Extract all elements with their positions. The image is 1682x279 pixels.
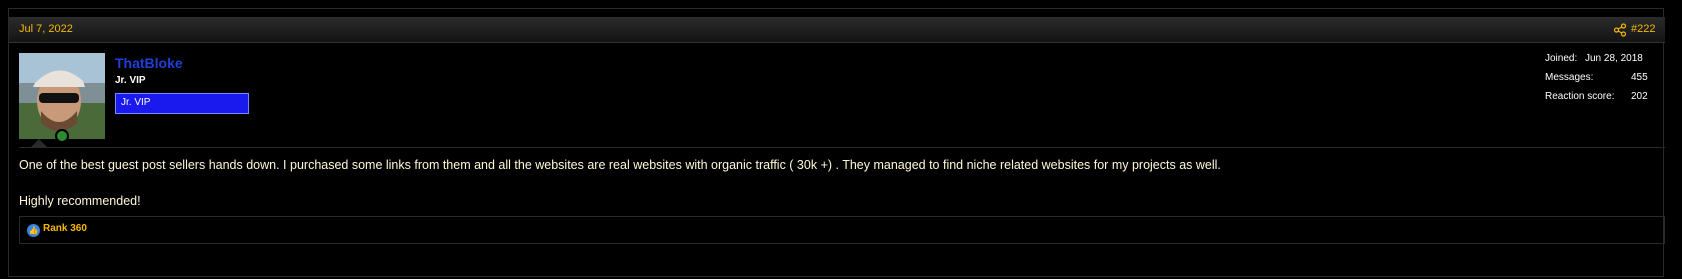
divider (19, 147, 1665, 148)
avatar[interactable] (19, 53, 105, 139)
message-paragraph: One of the best guest post sellers hands… (19, 158, 1221, 172)
stat-value: 455 (1631, 72, 1648, 83)
stat-value: Jun 28, 2018 (1585, 53, 1643, 64)
stat-label: Joined: (1545, 53, 1578, 64)
user-banner: Jr. VIP (115, 93, 249, 114)
user-online-icon (55, 129, 69, 143)
post-header: Jul 7, 2022 #222 (9, 17, 1665, 43)
forum-post: Jul 7, 2022 #222 ThatBloke Jr. VIP Jr. V… (8, 8, 1665, 277)
stat-label: Reaction score: (1545, 91, 1615, 102)
reactions-bar[interactable]: 👍 Rank 360 (19, 216, 1665, 244)
post-number[interactable]: #222 (1631, 23, 1655, 35)
like-icon: 👍 (27, 224, 40, 237)
post-date[interactable]: Jul 7, 2022 (19, 23, 73, 35)
share-icon[interactable] (1613, 23, 1627, 37)
message-body: One of the best guest post sellers hands… (19, 157, 1221, 209)
message-arrow (31, 139, 47, 147)
user-title: Jr. VIP (115, 75, 146, 86)
stat-value: 202 (1631, 91, 1648, 102)
reaction-summary[interactable]: Rank 360 (43, 223, 87, 234)
stat-label: Messages: (1545, 72, 1594, 83)
avatar-image (19, 53, 105, 139)
message-paragraph: Highly recommended! (19, 194, 141, 208)
username-link[interactable]: ThatBloke (115, 55, 183, 71)
